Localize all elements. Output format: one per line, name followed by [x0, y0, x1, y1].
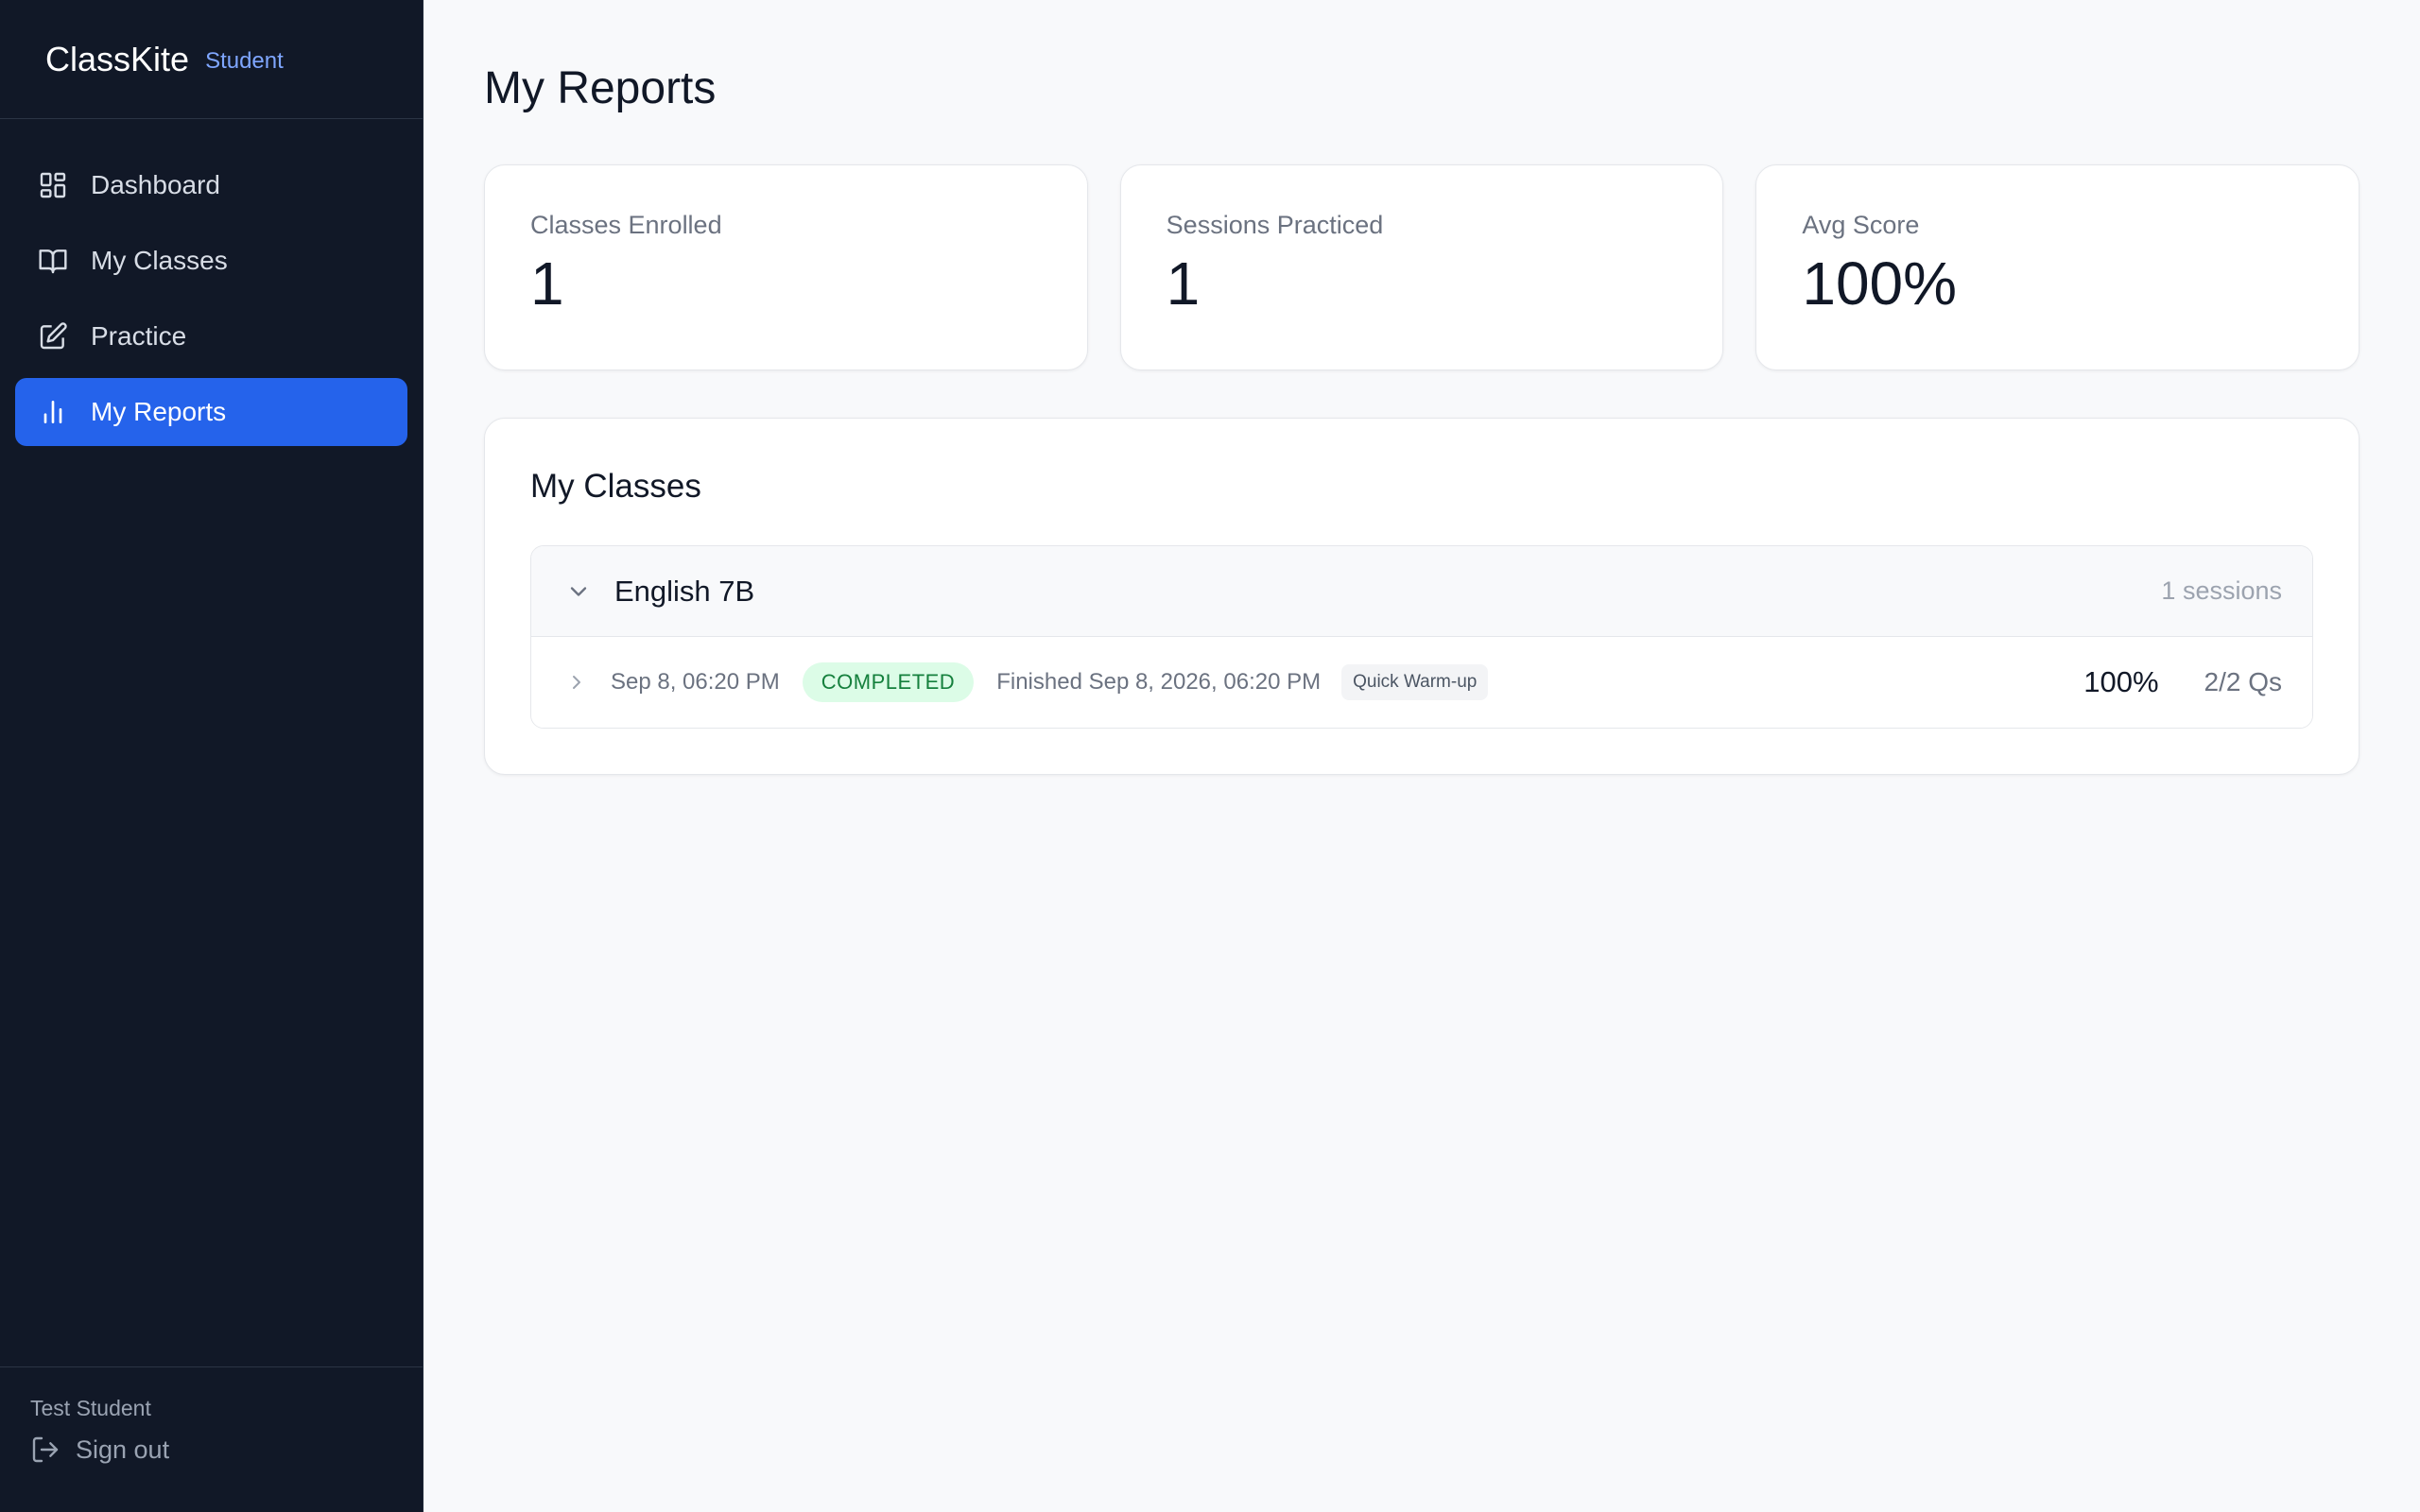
stat-card-classes-enrolled: Classes Enrolled 1	[484, 164, 1088, 370]
sidebar-item-label: Dashboard	[91, 170, 220, 199]
sidebar-nav: Dashboard My Classes Practice My Reports	[0, 151, 423, 1366]
sign-out-label: Sign out	[76, 1435, 170, 1464]
class-group: English 7B 1 sessions Sep 8, 06:20 PM CO…	[530, 545, 2313, 729]
brand-name: ClassKite	[45, 39, 190, 78]
app-root: ClassKite Student Dashboard My Classes P…	[0, 0, 2420, 1512]
class-group-header[interactable]: English 7B 1 sessions	[531, 546, 2312, 637]
session-type-tag: Quick Warm-up	[1341, 664, 1489, 700]
sidebar-item-practice[interactable]: Practice	[15, 302, 407, 370]
session-date: Sep 8, 06:20 PM	[611, 669, 780, 695]
sessions-count: 1 sessions	[2161, 576, 2282, 605]
session-finished-time: Finished Sep 8, 2026, 06:20 PM	[996, 669, 1322, 695]
sign-out-icon	[32, 1436, 59, 1463]
brand-role-badge: Student	[205, 47, 284, 74]
stat-card-avg-score: Avg Score 100%	[1755, 164, 2360, 370]
stat-value: 1	[1166, 249, 1201, 318]
session-row[interactable]: Sep 8, 06:20 PM COMPLETED Finished Sep 8…	[531, 637, 2312, 728]
brand: ClassKite Student	[0, 0, 423, 119]
stat-value: 1	[530, 249, 564, 318]
stat-label: Sessions Practiced	[1166, 211, 1384, 239]
sidebar-item-my-reports[interactable]: My Reports	[15, 378, 407, 446]
sidebar-item-my-classes[interactable]: My Classes	[15, 227, 407, 295]
book-icon	[38, 246, 68, 276]
main-content: My Reports Classes Enrolled 1 Sessions P…	[424, 0, 2420, 1512]
bar-chart-icon	[38, 397, 68, 427]
sidebar: ClassKite Student Dashboard My Classes P…	[0, 0, 424, 1512]
sidebar-item-label: My Classes	[91, 246, 228, 275]
user-name: Test Student	[30, 1396, 151, 1420]
class-name: English 7B	[614, 574, 755, 608]
dashboard-icon	[38, 170, 68, 200]
stat-label: Classes Enrolled	[530, 211, 722, 239]
stat-card-sessions-practiced: Sessions Practiced 1	[1119, 164, 1724, 370]
page-title: My Reports	[484, 63, 717, 113]
session-score: 100%	[2083, 665, 2159, 698]
sidebar-item-label: Practice	[91, 321, 187, 351]
chevron-down-icon	[565, 578, 592, 605]
sidebar-item-dashboard[interactable]: Dashboard	[15, 151, 407, 219]
stats-row: Classes Enrolled 1 Sessions Practiced 1 …	[484, 164, 2360, 370]
panel-title: My Classes	[530, 468, 701, 505]
my-classes-panel: My Classes English 7B 1 sessions Sep 8, …	[484, 418, 2360, 775]
sidebar-footer: Test Student Sign out	[0, 1366, 423, 1512]
edit-icon	[38, 321, 68, 352]
sidebar-item-label: My Reports	[91, 397, 227, 426]
sign-out-button[interactable]: Sign out	[30, 1435, 392, 1465]
chevron-right-icon	[565, 671, 588, 694]
session-questions: 2/2 Qs	[2204, 667, 2282, 696]
stat-value: 100%	[1802, 249, 1958, 318]
stat-label: Avg Score	[1802, 211, 1920, 239]
status-badge: COMPLETED	[802, 662, 975, 702]
